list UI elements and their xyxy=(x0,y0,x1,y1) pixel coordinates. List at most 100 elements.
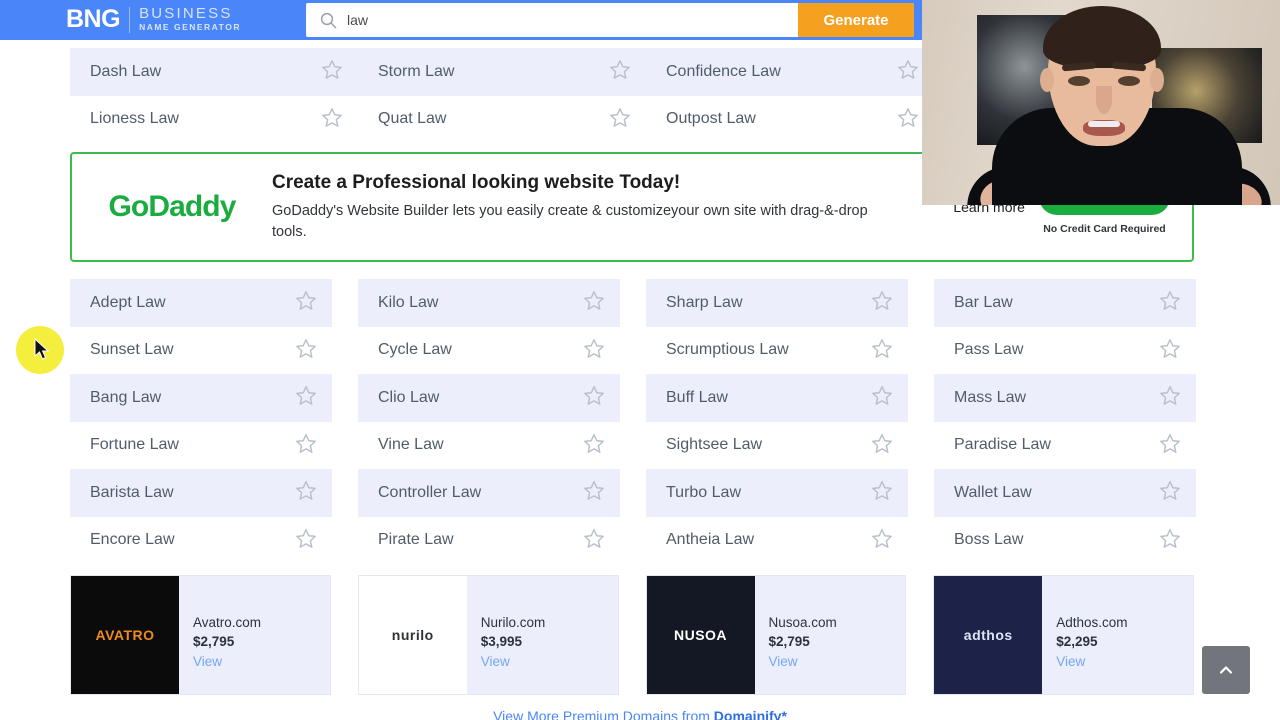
name-row[interactable]: Turbo Law xyxy=(646,469,908,517)
name-row[interactable]: Scrumptious Law xyxy=(646,327,908,375)
name-row[interactable]: Fortune Law xyxy=(70,422,332,470)
name-row[interactable]: Sunset Law xyxy=(70,327,332,375)
favorite-star-icon[interactable] xyxy=(609,106,631,133)
generate-button[interactable]: Generate xyxy=(798,3,914,37)
name-label: Quat Law xyxy=(378,110,447,128)
name-label: Mass Law xyxy=(954,388,1027,406)
favorite-star-icon[interactable] xyxy=(295,384,317,411)
logo-line-name-generator: NAME GENERATOR xyxy=(139,21,241,32)
name-label: Boss Law xyxy=(954,531,1024,549)
favorite-star-icon[interactable] xyxy=(1159,289,1181,316)
name-row[interactable]: Encore Law xyxy=(70,517,332,565)
name-label: Adept Law xyxy=(90,293,166,311)
favorite-star-icon[interactable] xyxy=(871,384,893,411)
webcam-person-teeth xyxy=(1088,121,1120,127)
favorite-star-icon[interactable] xyxy=(897,58,919,85)
domain-name: Adthos.com xyxy=(1056,615,1128,630)
name-row[interactable]: Cycle Law xyxy=(358,327,620,375)
favorite-star-icon[interactable] xyxy=(1159,432,1181,459)
domain-view-link[interactable]: View xyxy=(193,652,261,672)
name-row[interactable]: Adept Law xyxy=(70,279,332,327)
favorite-star-icon[interactable] xyxy=(321,106,343,133)
favorite-star-icon[interactable] xyxy=(871,289,893,316)
favorite-star-icon[interactable] xyxy=(871,432,893,459)
name-row[interactable]: Clio Law xyxy=(358,374,620,422)
name-column-1: Adept Law Sunset Law Bang Law Fortune Law Ba… xyxy=(70,279,332,564)
name-row[interactable]: Wallet Law xyxy=(934,469,1196,517)
favorite-star-icon[interactable] xyxy=(583,479,605,506)
domain-card[interactable]: adthos Adthos.com $2,295 View xyxy=(933,575,1194,695)
name-row[interactable]: Pass Law xyxy=(934,327,1196,375)
search-field[interactable] xyxy=(306,3,798,37)
favorite-star-icon[interactable] xyxy=(295,432,317,459)
name-column-4: Bar Law Pass Law Mass Law Paradise Law Walle… xyxy=(934,279,1196,564)
name-row[interactable]: Controller Law xyxy=(358,469,620,517)
name-row[interactable]: Antheia Law xyxy=(646,517,908,565)
name-label: Bar Law xyxy=(954,293,1013,311)
favorite-star-icon[interactable] xyxy=(1159,337,1181,364)
webcam-person-ear-left xyxy=(1040,68,1054,92)
name-row[interactable]: Sightsee Law xyxy=(646,422,908,470)
name-row[interactable]: Sharp Law xyxy=(646,279,908,327)
search-bar: Generate xyxy=(306,3,914,37)
favorite-star-icon[interactable] xyxy=(583,432,605,459)
favorite-star-icon[interactable] xyxy=(1159,527,1181,554)
favorite-star-icon[interactable] xyxy=(583,527,605,554)
domain-card[interactable]: NUSOA Nusoa.com $2,795 View xyxy=(645,575,907,695)
name-label: Dash Law xyxy=(90,62,162,80)
name-row[interactable]: Confidence Law xyxy=(646,48,934,96)
favorite-star-icon[interactable] xyxy=(871,337,893,364)
view-more-domains-link[interactable]: View More Premium Domains from Domainify… xyxy=(0,708,1280,720)
domain-view-link[interactable]: View xyxy=(1056,652,1127,672)
search-input[interactable] xyxy=(347,3,798,37)
site-logo[interactable]: BNG BUSINESS NAME GENERATOR xyxy=(66,6,241,34)
favorite-star-icon[interactable] xyxy=(1159,479,1181,506)
domain-logo: adthos xyxy=(934,576,1043,694)
favorite-star-icon[interactable] xyxy=(321,58,343,85)
name-row[interactable]: Outpost Law xyxy=(646,96,934,144)
favorite-star-icon[interactable] xyxy=(583,384,605,411)
favorite-star-icon[interactable] xyxy=(583,289,605,316)
name-row[interactable]: Boss Law xyxy=(934,517,1196,565)
name-column-1: Dash Law Lioness Law xyxy=(70,48,358,143)
favorite-star-icon[interactable] xyxy=(897,106,919,133)
favorite-star-icon[interactable] xyxy=(871,479,893,506)
favorite-star-icon[interactable] xyxy=(295,289,317,316)
name-row[interactable]: Vine Law xyxy=(358,422,620,470)
domain-view-link[interactable]: View xyxy=(769,652,837,672)
favorite-star-icon[interactable] xyxy=(295,527,317,554)
name-row[interactable]: Bang Law xyxy=(70,374,332,422)
name-row[interactable]: Buff Law xyxy=(646,374,908,422)
name-row[interactable]: Dash Law xyxy=(70,48,358,96)
favorite-star-icon[interactable] xyxy=(583,337,605,364)
name-row[interactable]: Paradise Law xyxy=(934,422,1196,470)
favorite-star-icon[interactable] xyxy=(609,58,631,85)
domain-price: $2,795 xyxy=(768,634,810,650)
no-credit-card-note: No Credit Card Required xyxy=(1043,223,1166,235)
column-gap xyxy=(908,279,934,564)
name-label: Paradise Law xyxy=(954,436,1051,454)
banner-title: Create a Professional looking website To… xyxy=(272,171,681,193)
column-gap xyxy=(332,279,358,564)
favorite-star-icon[interactable] xyxy=(871,527,893,554)
domain-view-link[interactable]: View xyxy=(481,652,546,672)
name-row[interactable]: Storm Law xyxy=(358,48,646,96)
name-row[interactable]: Bar Law xyxy=(934,279,1196,327)
domain-card[interactable]: AVATRO Avatro.com $2,795 View xyxy=(70,575,331,695)
name-label: Pass Law xyxy=(954,341,1024,359)
name-row[interactable]: Lioness Law xyxy=(70,96,358,144)
name-row[interactable]: Quat Law xyxy=(358,96,646,144)
scroll-to-top-button[interactable] xyxy=(1202,646,1250,694)
name-row[interactable]: Kilo Law xyxy=(358,279,620,327)
name-label: Pirate Law xyxy=(378,531,454,549)
name-row[interactable]: Pirate Law xyxy=(358,517,620,565)
favorite-star-icon[interactable] xyxy=(295,479,317,506)
favorite-star-icon[interactable] xyxy=(1159,384,1181,411)
domain-info: Nurilo.com $3,995 View xyxy=(467,576,546,694)
name-row[interactable]: Mass Law xyxy=(934,374,1196,422)
domain-name: Avatro.com xyxy=(193,615,262,630)
favorite-star-icon[interactable] xyxy=(295,337,317,364)
name-row[interactable]: Barista Law xyxy=(70,469,332,517)
domain-card[interactable]: nurilo Nurilo.com $3,995 View xyxy=(357,575,619,695)
name-label: Lioness Law xyxy=(90,110,179,128)
